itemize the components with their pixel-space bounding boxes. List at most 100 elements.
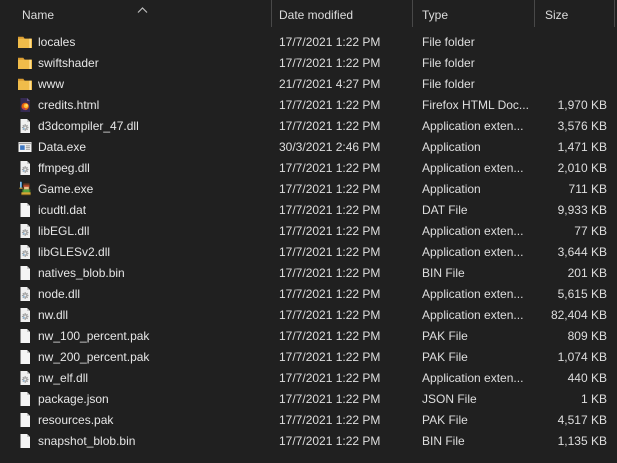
file-name-cell: swiftshader [0, 55, 272, 71]
file-size: 9,933 KB [535, 203, 615, 217]
file-name-cell: nw.dll [0, 307, 272, 323]
file-name-cell: www [0, 76, 272, 92]
file-row[interactable]: node.dll 17/7/2021 1:22 PM Application e… [0, 283, 617, 304]
folder-icon [17, 76, 33, 92]
sort-ascending-icon [137, 2, 148, 16]
file-name-cell: libEGL.dll [0, 223, 272, 239]
file-date-modified: 17/7/2021 1:22 PM [272, 182, 413, 196]
file-row[interactable]: natives_blob.bin 17/7/2021 1:22 PM BIN F… [0, 262, 617, 283]
file-size: 711 KB [535, 182, 615, 196]
dll-icon [17, 223, 33, 239]
file-date-modified: 17/7/2021 1:22 PM [272, 392, 413, 406]
file-size: 2,010 KB [535, 161, 615, 175]
game-icon [17, 181, 33, 197]
folder-icon [17, 34, 33, 50]
file-row[interactable]: ffmpeg.dll 17/7/2021 1:22 PM Application… [0, 157, 617, 178]
file-size: 1,471 KB [535, 140, 615, 154]
file-name: resources.pak [38, 413, 113, 427]
file-row[interactable]: nw_elf.dll 17/7/2021 1:22 PM Application… [0, 367, 617, 388]
file-icon [17, 391, 33, 407]
file-name: libGLESv2.dll [38, 245, 110, 259]
file-row[interactable]: nw.dll 17/7/2021 1:22 PM Application ext… [0, 304, 617, 325]
file-type: BIN File [413, 266, 535, 280]
dll-icon [17, 370, 33, 386]
file-name-cell: node.dll [0, 286, 272, 302]
file-row[interactable]: snapshot_blob.bin 17/7/2021 1:22 PM BIN … [0, 430, 617, 451]
file-icon [17, 202, 33, 218]
file-type: Application [413, 140, 535, 154]
file-size: 82,404 KB [535, 308, 615, 322]
file-name-cell: nw_100_percent.pak [0, 328, 272, 344]
column-header-size[interactable]: Size [535, 0, 615, 27]
file-type: Application [413, 182, 535, 196]
file-type: BIN File [413, 434, 535, 448]
file-name-cell: nw_200_percent.pak [0, 349, 272, 365]
file-name-cell: natives_blob.bin [0, 265, 272, 281]
firefox-icon [17, 97, 33, 113]
file-row[interactable]: icudtl.dat 17/7/2021 1:22 PM DAT File 9,… [0, 199, 617, 220]
file-date-modified: 17/7/2021 1:22 PM [272, 224, 413, 238]
file-size: 3,576 KB [535, 119, 615, 133]
file-size: 1,135 KB [535, 434, 615, 448]
file-explorer-details-view: Name Date modified Type Size locales 17/… [0, 0, 617, 463]
file-date-modified: 17/7/2021 1:22 PM [272, 266, 413, 280]
file-date-modified: 17/7/2021 1:22 PM [272, 98, 413, 112]
file-name: locales [38, 35, 75, 49]
column-header-type[interactable]: Type [413, 0, 535, 27]
file-icon [17, 433, 33, 449]
file-size: 1,970 KB [535, 98, 615, 112]
file-row[interactable]: locales 17/7/2021 1:22 PM File folder [0, 31, 617, 52]
column-header-date-modified[interactable]: Date modified [272, 0, 413, 27]
file-name-cell: package.json [0, 391, 272, 407]
file-row[interactable]: resources.pak 17/7/2021 1:22 PM PAK File… [0, 409, 617, 430]
file-date-modified: 21/7/2021 4:27 PM [272, 77, 413, 91]
file-type: Application exten... [413, 245, 535, 259]
file-row[interactable]: www 21/7/2021 4:27 PM File folder [0, 73, 617, 94]
file-name-cell: icudtl.dat [0, 202, 272, 218]
file-type: Application exten... [413, 161, 535, 175]
file-row[interactable]: nw_200_percent.pak 17/7/2021 1:22 PM PAK… [0, 346, 617, 367]
file-row[interactable]: nw_100_percent.pak 17/7/2021 1:22 PM PAK… [0, 325, 617, 346]
dll-icon [17, 244, 33, 260]
file-size: 1,074 KB [535, 350, 615, 364]
file-type: Application exten... [413, 308, 535, 322]
folder-icon [17, 55, 33, 71]
file-row[interactable]: credits.html 17/7/2021 1:22 PM Firefox H… [0, 94, 617, 115]
file-row[interactable]: libEGL.dll 17/7/2021 1:22 PM Application… [0, 220, 617, 241]
column-header-name[interactable]: Name [0, 0, 272, 27]
file-size: 3,644 KB [535, 245, 615, 259]
file-name: www [38, 77, 64, 91]
file-type: JSON File [413, 392, 535, 406]
file-name: snapshot_blob.bin [38, 434, 135, 448]
file-type: Firefox HTML Doc... [413, 98, 535, 112]
file-name: Game.exe [38, 182, 93, 196]
file-date-modified: 17/7/2021 1:22 PM [272, 245, 413, 259]
file-row[interactable]: swiftshader 17/7/2021 1:22 PM File folde… [0, 52, 617, 73]
file-name-cell: resources.pak [0, 412, 272, 428]
file-size: 77 KB [535, 224, 615, 238]
file-type: PAK File [413, 350, 535, 364]
file-name: nw_100_percent.pak [38, 329, 149, 343]
file-date-modified: 17/7/2021 1:22 PM [272, 35, 413, 49]
file-date-modified: 17/7/2021 1:22 PM [272, 329, 413, 343]
file-size: 440 KB [535, 371, 615, 385]
file-size: 4,517 KB [535, 413, 615, 427]
file-type: DAT File [413, 203, 535, 217]
file-row[interactable]: Data.exe 30/3/2021 2:46 PM Application 1… [0, 136, 617, 157]
file-row[interactable]: d3dcompiler_47.dll 17/7/2021 1:22 PM App… [0, 115, 617, 136]
file-name-cell: d3dcompiler_47.dll [0, 118, 272, 134]
file-icon [17, 328, 33, 344]
file-name: nw.dll [38, 308, 68, 322]
file-row[interactable]: libGLESv2.dll 17/7/2021 1:22 PM Applicat… [0, 241, 617, 262]
file-name-cell: snapshot_blob.bin [0, 433, 272, 449]
dll-icon [17, 160, 33, 176]
file-date-modified: 17/7/2021 1:22 PM [272, 413, 413, 427]
file-type: File folder [413, 56, 535, 70]
file-date-modified: 17/7/2021 1:22 PM [272, 203, 413, 217]
file-name: libEGL.dll [38, 224, 89, 238]
file-type: PAK File [413, 329, 535, 343]
file-name-cell: nw_elf.dll [0, 370, 272, 386]
file-row[interactable]: package.json 17/7/2021 1:22 PM JSON File… [0, 388, 617, 409]
file-row[interactable]: Game.exe 17/7/2021 1:22 PM Application 7… [0, 178, 617, 199]
file-type: Application exten... [413, 287, 535, 301]
